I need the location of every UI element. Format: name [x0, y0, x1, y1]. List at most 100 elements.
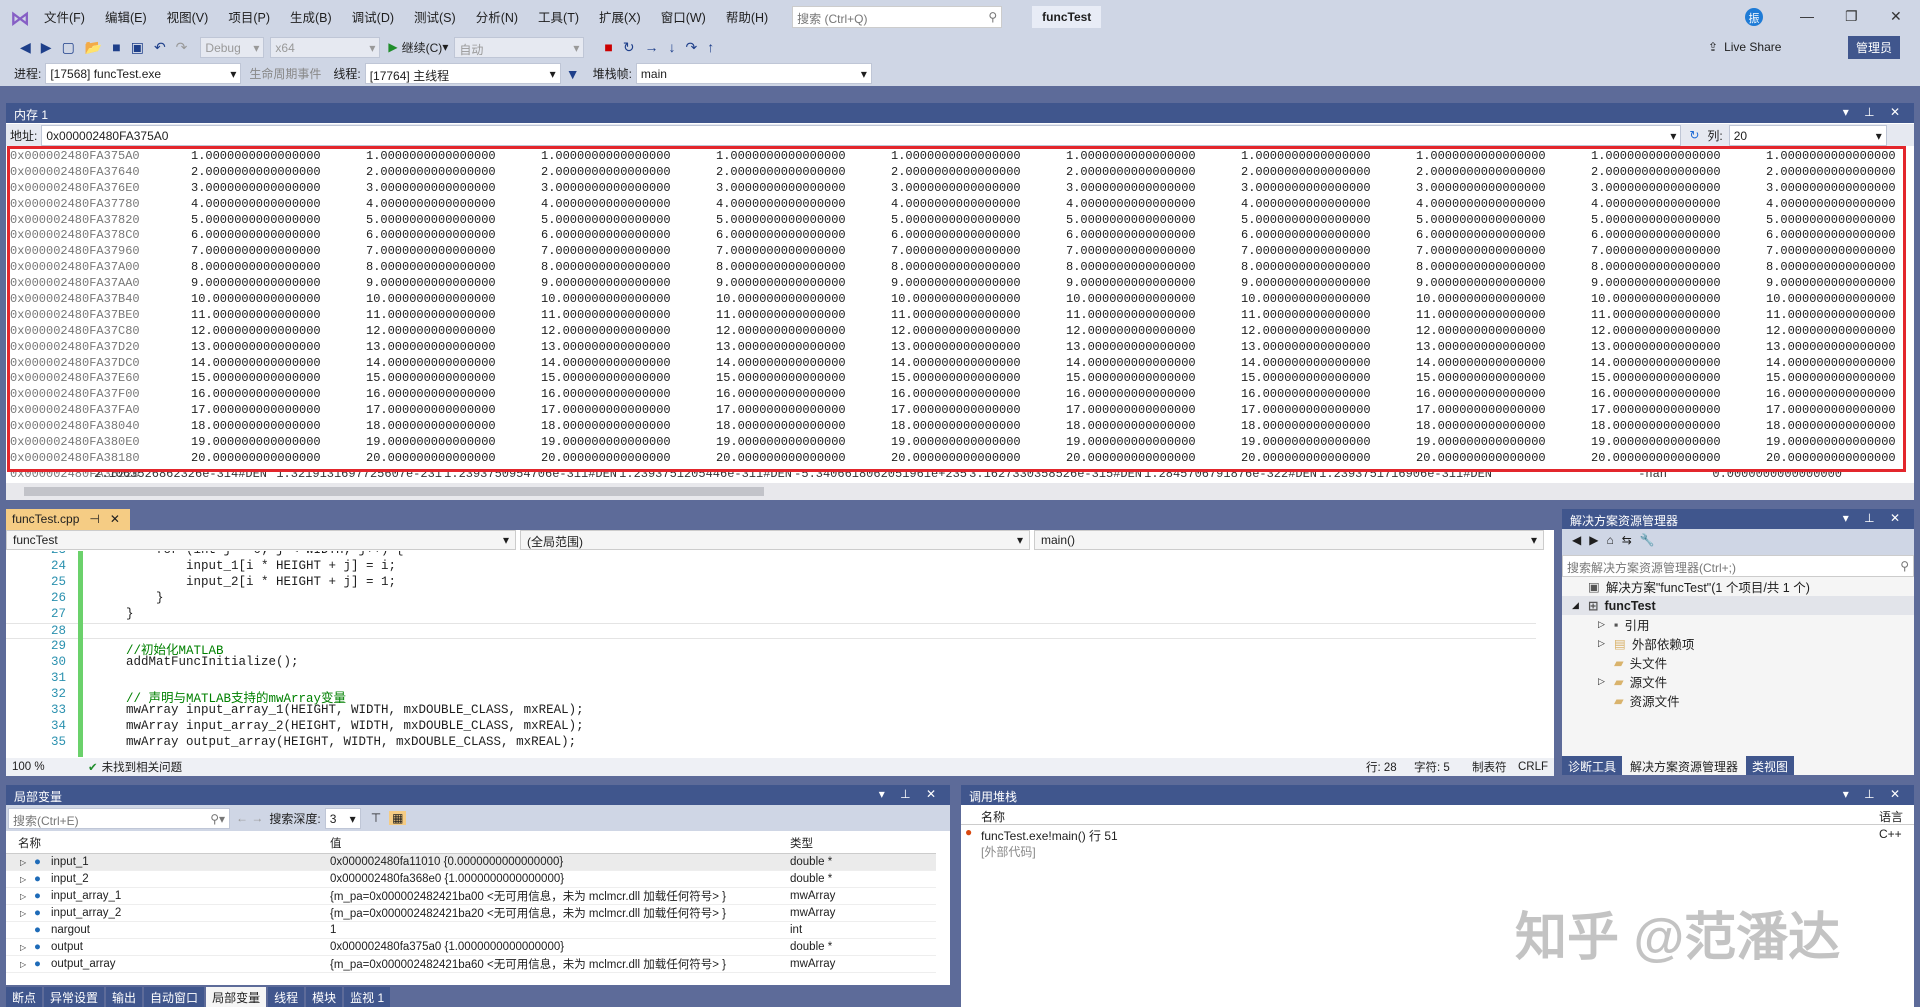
code-line[interactable]: 34 mwArray input_array_2(HEIGHT, WIDTH, m…: [6, 719, 1536, 735]
table-row[interactable]: ▷ ● output 0x000002480fa375a0 {1.0000000000…: [6, 938, 936, 956]
window-controls[interactable]: ▾ ⊥ ✕: [879, 787, 942, 801]
table-row[interactable]: ▷ ● output_array {m_pa=0x000002482421ba60 <…: [6, 955, 936, 973]
tab-funcTest-cpp[interactable]: funcTest.cpp ⊣ ✕: [6, 509, 130, 530]
restart-icon[interactable]: ↻: [623, 39, 635, 56]
back-icon[interactable]: ◀: [1572, 533, 1589, 547]
lifecycle-events-button[interactable]: 生命周期事件: [249, 65, 321, 82]
bottom-tab[interactable]: 局部变量: [206, 987, 267, 1007]
continue-button[interactable]: 继续(C): [402, 39, 443, 56]
step-out-icon[interactable]: ↑: [707, 39, 714, 55]
home-icon[interactable]: ⌂: [1606, 533, 1621, 547]
tree-item[interactable]: ▷ ▪ 引用: [1562, 615, 1914, 634]
code-line[interactable]: 24 input_1[i * HEIGHT + j] = i;: [6, 559, 1536, 575]
tab-solution-explorer[interactable]: 解决方案资源管理器: [1624, 756, 1745, 775]
stackframe-select[interactable]: main ▾: [635, 63, 872, 84]
project-scope-select[interactable]: funcTest ▾: [6, 530, 516, 550]
bottom-tab[interactable]: 自动窗口: [144, 987, 205, 1007]
value-cell[interactable]: {m_pa=0x000002482421ba20 <无可用信息，未为 mclmc…: [326, 904, 786, 922]
close-button[interactable]: ✕: [1890, 8, 1902, 25]
table-row[interactable]: ● nargout 1 int: [6, 921, 936, 939]
address-input[interactable]: 0x000002480FA375A0 ▾: [41, 124, 1682, 146]
open-folder-icon[interactable]: 📂: [85, 39, 102, 56]
value-cell[interactable]: 0x000002480fa375a0 {1.0000000000000000}: [326, 938, 786, 956]
expand-arrow-icon[interactable]: ▷: [20, 858, 34, 867]
wrench-icon[interactable]: 🔧: [1640, 533, 1663, 547]
search-input[interactable]: 搜索 (Ctrl+Q) ⚲: [792, 5, 1003, 28]
column-header[interactable]: 名称: [6, 833, 326, 854]
col-language[interactable]: 语言: [1879, 808, 1903, 825]
issues-status[interactable]: 未找到相关问题: [102, 759, 183, 775]
code-line[interactable]: 35 mwArray output_array(HEIGHT, WIDTH, mx…: [6, 735, 1536, 751]
redo-icon[interactable]: ↷: [176, 39, 188, 56]
column-header[interactable]: 值: [326, 833, 786, 854]
table-row[interactable]: ▷ ● input_array_2 {m_pa=0x000002482421ba20 …: [6, 904, 936, 922]
expand-arrow-icon[interactable]: ▷: [1598, 619, 1614, 630]
window-controls[interactable]: ▾ ⊥ ✕: [1843, 511, 1906, 525]
code-line[interactable]: 32// 声明与MATLAB支持的mwArray变量: [6, 687, 1536, 706]
step-over-icon[interactable]: ↷: [686, 39, 698, 56]
bottom-tab[interactable]: 异常设置: [44, 987, 105, 1007]
column-header[interactable]: 类型: [786, 833, 936, 854]
menu-item[interactable]: 调试(D): [352, 7, 394, 26]
code-line[interactable]: 29//初始化MATLAB: [6, 639, 1536, 658]
undo-icon[interactable]: ↶: [154, 39, 166, 56]
code-line[interactable]: 27}: [6, 607, 1536, 623]
columns-select[interactable]: 20 ▾: [1728, 124, 1887, 146]
value-cell[interactable]: 0x000002480fa368e0 {1.0000000000000000}: [326, 870, 786, 888]
menu-item[interactable]: 扩展(X): [599, 7, 641, 26]
locals-search-input[interactable]: 搜索(Ctrl+E) ⚲▾: [8, 807, 230, 829]
bottom-tab[interactable]: 线程: [268, 987, 305, 1007]
menu-item[interactable]: 分析(N): [476, 7, 518, 26]
tree-item[interactable]: ▰ 头文件: [1562, 653, 1914, 672]
line-ending[interactable]: CRLF: [1518, 761, 1548, 773]
bottom-tab[interactable]: 模块: [306, 987, 343, 1007]
code-line[interactable]: 31: [6, 671, 1536, 687]
code-area[interactable]: 23 for (int j = 0; j < WIDTH; j++) {24 i…: [6, 551, 1536, 757]
avatar[interactable]: 振: [1745, 8, 1763, 26]
admin-badge[interactable]: 管理员: [1848, 35, 1901, 59]
hex-display-icon[interactable]: ▦: [389, 811, 407, 825]
filter-icon[interactable]: ▼: [566, 66, 580, 82]
menu-item[interactable]: 帮助(H): [726, 7, 768, 26]
save-icon[interactable]: ■: [112, 39, 120, 55]
menu-item[interactable]: 项目(P): [228, 7, 270, 26]
value-cell[interactable]: 1: [326, 921, 786, 939]
tree-item[interactable]: ▰ 资源文件: [1562, 691, 1914, 710]
window-controls[interactable]: ▾ ⊥ ✕: [1843, 787, 1906, 801]
table-row[interactable]: ▷ ● input_2 0x000002480fa368e0 {1.000000000…: [6, 870, 936, 888]
solution-search-input[interactable]: 搜索解决方案资源管理器(Ctrl+;) ⚲: [1562, 555, 1914, 577]
memory-horizontal-scrollbar[interactable]: [6, 483, 1914, 500]
code-line[interactable]: 25 input_2[i * HEIGHT + j] = 1;: [6, 575, 1536, 591]
bottom-tab[interactable]: 输出: [106, 987, 143, 1007]
global-scope-select[interactable]: (全局范围) ▾: [520, 530, 1030, 550]
continue-icon[interactable]: ▶: [388, 40, 397, 54]
tree-item[interactable]: ▷ ▰ 源文件: [1562, 672, 1914, 691]
menu-item[interactable]: 视图(V): [167, 7, 209, 26]
depth-select[interactable]: 3 ▾: [324, 807, 361, 829]
tab-class-view[interactable]: 类视图: [1746, 756, 1795, 775]
process-select[interactable]: [17568] funcTest.exe ▾: [45, 63, 242, 84]
expand-arrow-icon[interactable]: ◢: [1572, 600, 1588, 611]
code-line[interactable]: 26 }: [6, 591, 1536, 607]
code-line[interactable]: 30 addMatFuncInitialize();: [6, 655, 1536, 671]
value-cell[interactable]: {m_pa=0x000002482421ba00 <无可用信息，未为 mclmc…: [326, 887, 786, 905]
tab-diagnostics[interactable]: 诊断工具: [1562, 756, 1623, 775]
config-select[interactable]: Debug ▾: [200, 36, 265, 58]
scrollbar-thumb[interactable]: [24, 487, 764, 496]
menu-item[interactable]: 文件(F): [44, 7, 85, 26]
bottom-tab[interactable]: 断点: [6, 987, 43, 1007]
auto-select[interactable]: 自动 ▾: [454, 36, 585, 58]
pin-icon[interactable]: ⊤: [371, 811, 381, 825]
back-icon[interactable]: ← →: [236, 811, 263, 825]
new-item-icon[interactable]: ▢: [62, 39, 75, 56]
restore-button[interactable]: ❐: [1845, 8, 1858, 25]
forward-icon[interactable]: ▶: [1589, 533, 1606, 547]
expand-arrow-icon[interactable]: ▷: [20, 909, 34, 918]
window-controls[interactable]: ▾ ⊥ ✕: [1843, 105, 1906, 119]
expand-arrow-icon[interactable]: ▷: [20, 875, 34, 884]
thread-select[interactable]: [17764] 主线程 ▾: [364, 63, 561, 84]
step-into-icon[interactable]: ↓: [669, 39, 676, 55]
live-share-button[interactable]: Live Share: [1724, 40, 1781, 54]
expand-arrow-icon[interactable]: ▷: [20, 892, 34, 901]
expand-arrow-icon[interactable]: ▷: [20, 943, 34, 952]
